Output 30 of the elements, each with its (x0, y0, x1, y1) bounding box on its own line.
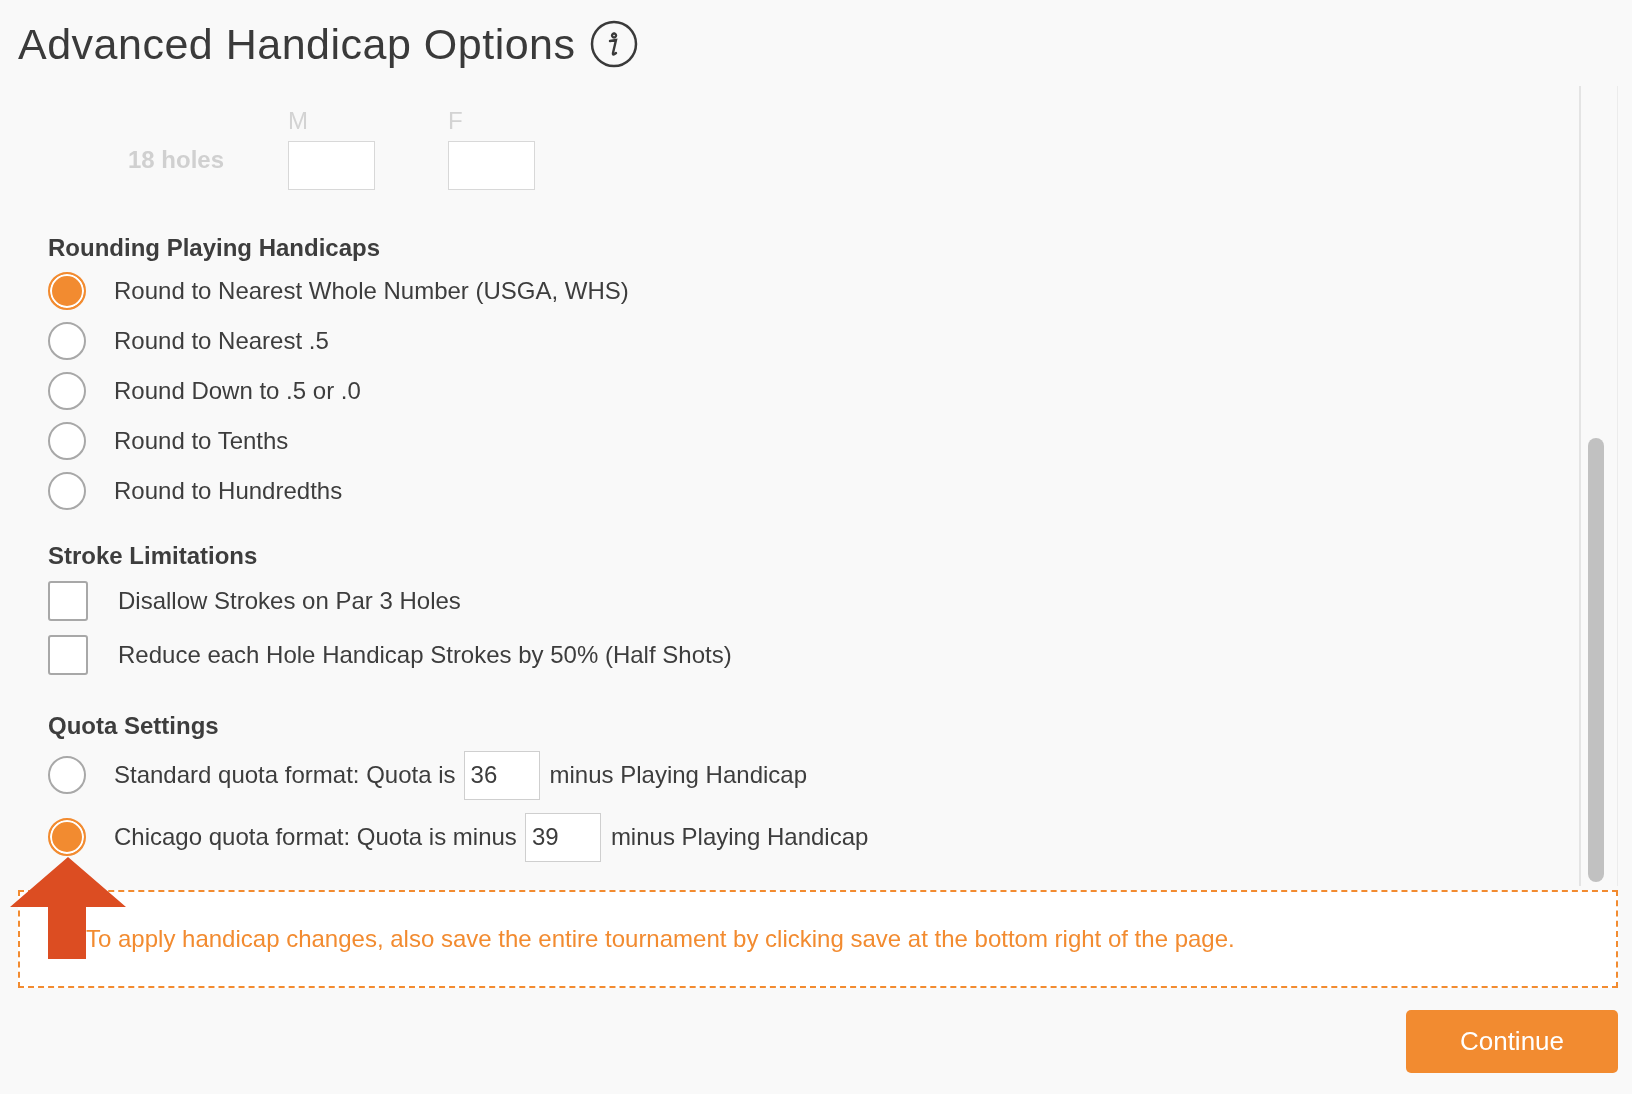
section-heading: Rounding Playing Handicaps (48, 234, 382, 262)
page-title: Advanced Handicap Options (18, 19, 576, 69)
scrollbar[interactable] (1579, 86, 1618, 886)
option-label: Round Down to .5 or .0 (114, 377, 361, 405)
section-heading: Stroke Limitations (48, 542, 259, 570)
checkbox[interactable] (48, 581, 88, 621)
option-label: minus Playing Handicap (610, 823, 869, 851)
quota-input[interactable]: 39 (524, 812, 601, 862)
section-heading: Quota Settings (48, 712, 220, 740)
option-label: Disallow Strokes on Par 3 Holes (118, 587, 461, 615)
option-label: Round to Tenths (114, 427, 289, 455)
option-label: Round to Nearest Whole Number (USGA, WHS) (114, 277, 629, 305)
checkbox[interactable] (48, 635, 88, 675)
radio-button[interactable] (48, 372, 86, 410)
radio-button[interactable] (48, 818, 86, 856)
option-label: Round to Nearest .5 (114, 327, 329, 355)
option-label: Reduce each Hole Handicap Strokes by 50% (Half Shots) (118, 641, 732, 669)
radio-button[interactable] (48, 272, 86, 310)
radio-button[interactable] (48, 422, 86, 460)
quota-input[interactable]: 36 (463, 750, 540, 800)
notice-text: To apply handicap changes, also save the entire tournament by clicking save at the bottom right of the page. (86, 925, 1235, 953)
info-icon[interactable] (589, 20, 638, 68)
radio-button[interactable] (48, 756, 86, 794)
scrollbar-thumb[interactable] (1588, 438, 1604, 882)
option-label: Round to Hundredths (114, 477, 343, 505)
option-label: minus Playing Handicap (549, 761, 807, 789)
option-label: Chicago quota format: Quota is minus (114, 823, 517, 851)
radio-button[interactable] (48, 322, 86, 360)
radio-button[interactable] (48, 472, 86, 510)
option-label: Standard quota format: Quota is (114, 761, 456, 789)
